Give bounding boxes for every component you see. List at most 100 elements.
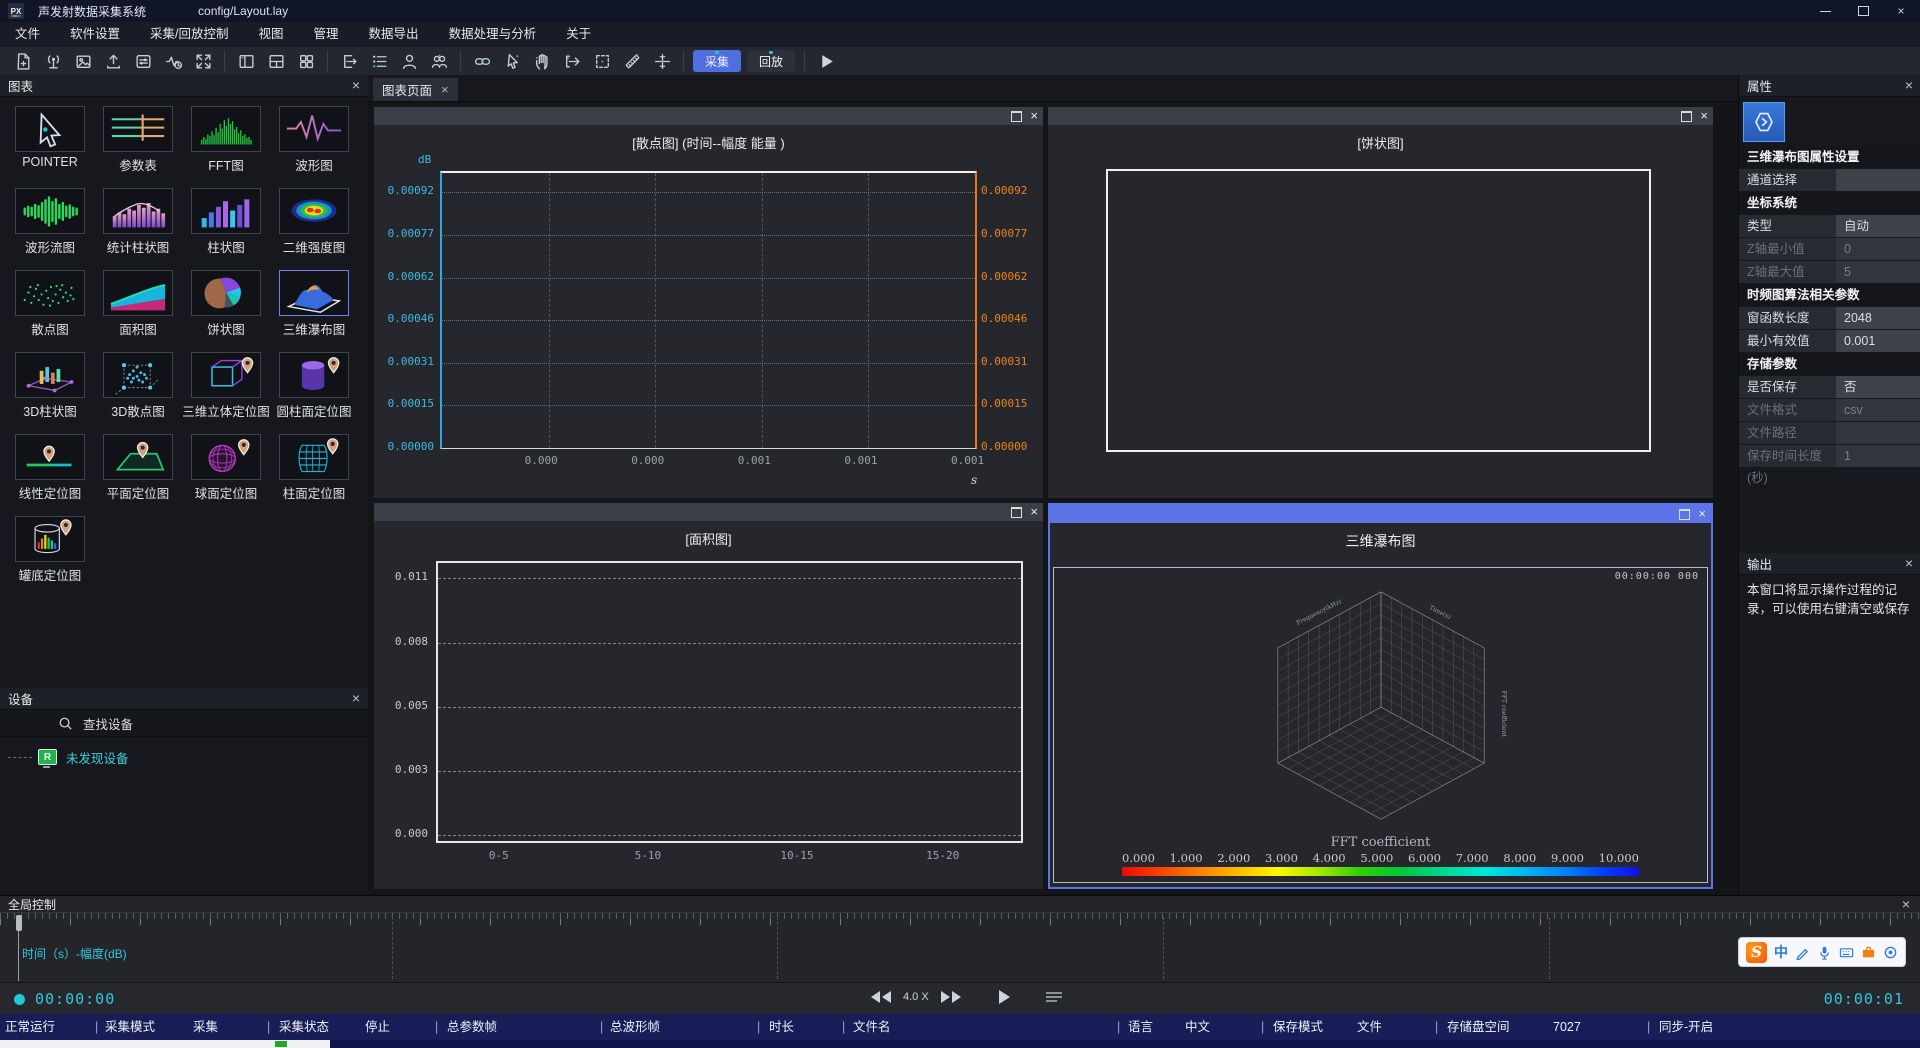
close-icon[interactable]: × [1030,107,1038,125]
menu-item-2[interactable]: 采集/回放控制 [135,22,243,47]
close-icon[interactable]: × [1905,553,1913,574]
prop-value-field[interactable]: 0.001 [1836,330,1920,352]
close-icon[interactable]: × [1030,503,1038,521]
user-button[interactable] [396,49,422,73]
tab-chart-page[interactable]: 图表页面 × [373,78,458,101]
play-button[interactable] [996,988,1012,1006]
list-button[interactable] [366,49,392,73]
prop-value-field[interactable] [1836,169,1920,191]
palette-item-cylinder-locate[interactable]: 圆柱面定位图 [270,352,358,420]
close-icon[interactable]: × [1698,505,1706,523]
cube-locate-icon[interactable] [191,352,261,398]
pointer-icon[interactable] [15,106,85,152]
menu-item-5[interactable]: 数据导出 [354,22,434,47]
prop-value-field[interactable]: 2048 [1836,307,1920,329]
sphere-locate-icon[interactable] [191,434,261,480]
waterfall-chart[interactable]: 三维瀑布图 00:00:00 000 Frequency(kHz) Time(s… [1050,523,1711,887]
bars-3d-icon[interactable] [15,352,85,398]
close-button[interactable]: × [1882,0,1920,22]
stat-bars-icon[interactable] [103,188,173,234]
palette-item-scatter-3d[interactable]: 3D散点图 [94,352,182,420]
acquire-mode-button[interactable]: 采集 [693,50,741,72]
palette-item-wave-stream[interactable]: 波形流图 [6,188,94,256]
restore-icon[interactable] [1011,111,1022,122]
timeline-playhead[interactable] [18,915,19,981]
tab-close-icon[interactable]: × [441,82,449,97]
waveform-icon[interactable] [279,106,349,152]
palette-item-waveform[interactable]: 波形图 [270,106,358,174]
settings-sliders-button[interactable] [130,49,156,73]
toolbox-icon[interactable] [1861,945,1876,960]
close-icon[interactable]: × [1905,75,1913,96]
device-search-input[interactable]: 查找设备 [0,710,368,737]
start-button[interactable] [813,49,839,73]
menu-item-4[interactable]: 管理 [299,22,354,47]
param-table-icon[interactable] [103,106,173,152]
menu-icon[interactable] [1044,989,1064,1005]
prop-value-field[interactable]: 否 [1836,376,1920,398]
palette-item-cube-locate[interactable]: 三维立体定位图 [182,352,270,420]
palette-item-waterfall-3d[interactable]: 三维瀑布图 [270,270,358,338]
mic-icon[interactable] [1817,945,1832,960]
pie-chart[interactable]: [饼状图] [1048,125,1713,498]
minimize-button[interactable] [1806,0,1844,22]
line-locate-icon[interactable] [15,434,85,480]
ime-language-toggle[interactable]: 中 [1774,942,1788,962]
layout-grid-button[interactable] [293,49,319,73]
prop-value-field[interactable] [1836,422,1920,444]
area-chart[interactable]: [面积图] 0.0110.0080.0050.0030.0000-55-1010… [374,521,1043,889]
menu-item-7[interactable]: 关于 [551,22,606,47]
palette-item-fft[interactable]: FFT图 [182,106,270,174]
intensity-2d-icon[interactable] [279,188,349,234]
close-icon[interactable]: × [352,688,360,709]
restore-icon[interactable] [1681,111,1692,122]
bars-icon[interactable] [191,188,261,234]
prop-value-field[interactable]: 0 [1836,238,1920,260]
palette-item-intensity-2d[interactable]: 二维强度图 [270,188,358,256]
fft-icon[interactable] [191,106,261,152]
users-button[interactable] [426,49,452,73]
palette-item-bars-3d[interactable]: 3D柱状图 [6,352,94,420]
tank-locate-icon[interactable] [15,516,85,562]
timeline[interactable]: 时间（s）-幅度(dB) S 中 [0,912,1920,983]
keyboard-icon[interactable] [1839,945,1854,960]
pie-icon[interactable] [191,270,261,316]
palette-item-cylsurf-locate[interactable]: 柱面定位图 [270,434,358,502]
wave-stream-icon[interactable] [15,188,85,234]
palette-item-pie[interactable]: 饼状图 [182,270,270,338]
menu-item-0[interactable]: 文件 [0,22,55,47]
palette-item-sphere-locate[interactable]: 球面定位图 [182,434,270,502]
layout-rows-button[interactable] [263,49,289,73]
menu-item-3[interactable]: 视图 [244,22,299,47]
palette-item-plane-locate[interactable]: 平面定位图 [94,434,182,502]
cylinder-locate-icon[interactable] [279,352,349,398]
close-icon[interactable]: × [352,75,360,96]
ime-toolbar[interactable]: S 中 [1738,937,1906,967]
fast-forward-button[interactable] [938,989,964,1005]
cylsurf-locate-icon[interactable] [279,434,349,480]
prop-value-field[interactable]: 5 [1836,261,1920,283]
pen-icon[interactable] [1795,945,1810,960]
file-new-button[interactable] [10,49,36,73]
palette-item-line-locate[interactable]: 线性定位图 [6,434,94,502]
waterfall-properties-icon[interactable] [1743,102,1785,142]
palette-item-stat-bars[interactable]: 统计柱状图 [94,188,182,256]
maximize-button[interactable] [1844,0,1882,22]
close-icon[interactable]: × [1700,107,1708,125]
palette-item-area[interactable]: 面积图 [94,270,182,338]
waveform-clock-button[interactable] [160,49,186,73]
layout-split-button[interactable] [233,49,259,73]
palette-item-tank-locate[interactable]: 罐底定位图 [6,516,94,584]
scatter-3d-icon[interactable] [103,352,173,398]
palette-item-bars[interactable]: 柱状图 [182,188,270,256]
wrench-icon[interactable] [1883,945,1898,960]
playback-mode-button[interactable]: 回放 [747,50,795,72]
export-upload-button[interactable] [100,49,126,73]
scatter-chart[interactable]: [散点图] (时间--幅度 能量 ) dB s 0.000920.000920.… [374,125,1043,498]
link-button[interactable] [469,49,495,73]
waterfall-3d-icon[interactable] [279,270,349,316]
restore-icon[interactable] [1011,507,1022,518]
crosshair-button[interactable] [649,49,675,73]
sogou-logo-icon[interactable]: S [1746,942,1767,963]
cursor-button[interactable] [499,49,525,73]
